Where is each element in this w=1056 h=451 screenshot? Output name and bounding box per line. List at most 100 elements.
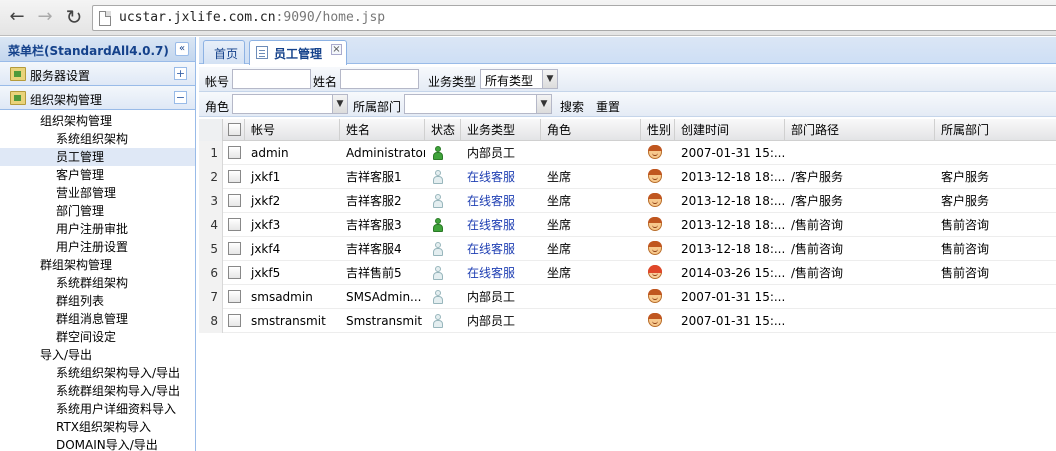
- tree-item[interactable]: 系统组织架构: [0, 130, 195, 148]
- name-cell: Administrator: [346, 146, 425, 160]
- section-org-management[interactable]: 组织架构管理 −: [0, 86, 195, 110]
- table-row[interactable]: 3 jxkf2 吉祥客服2 在线客服 坐席 2013-12-18 18:... /客户服务 客…: [199, 189, 1056, 213]
- tree-item[interactable]: 系统用户详细资料导入: [0, 400, 195, 418]
- biz-type-cell[interactable]: 在线客服: [461, 165, 541, 189]
- tree-item[interactable]: 营业部管理: [0, 184, 195, 202]
- account-cell: jxkf5: [251, 266, 281, 280]
- tree-item[interactable]: 系统组织架构导入/导出: [0, 364, 195, 382]
- user-offline-icon: [433, 194, 443, 208]
- biz-type-cell[interactable]: 在线客服: [461, 237, 541, 261]
- row-number: 7: [199, 285, 223, 309]
- grid-header: 帐号 姓名 状态 业务类型 角色 性别 创建时间 部门路径 所属部门: [199, 119, 1056, 141]
- dept-select[interactable]: ▼: [404, 94, 552, 114]
- account-cell: jxkf2: [251, 194, 281, 208]
- col-created[interactable]: 创建时间: [675, 119, 785, 141]
- tree-item[interactable]: 群组列表: [0, 292, 195, 310]
- row-checkbox[interactable]: [228, 146, 241, 159]
- tab-employee-management[interactable]: 员工管理 ×: [249, 40, 347, 65]
- account-label: 帐号: [205, 75, 230, 89]
- tree-item[interactable]: 系统群组架构: [0, 274, 195, 292]
- tree-item[interactable]: 用户注册审批: [0, 220, 195, 238]
- select-all-cell: [223, 119, 245, 141]
- col-account[interactable]: 帐号: [245, 119, 340, 141]
- user-offline-icon: [433, 290, 443, 304]
- row-checkbox[interactable]: [228, 194, 241, 207]
- address-bar[interactable]: ucstar.jxlife.com.cn:9090/home.jsp: [92, 5, 1056, 31]
- created-cell: 2007-01-31 15:...: [681, 314, 785, 328]
- tree-item[interactable]: 用户注册设置: [0, 238, 195, 256]
- folder-icon: [10, 67, 26, 81]
- tree-item[interactable]: 群空间设定: [0, 328, 195, 346]
- user-offline-icon: [433, 242, 443, 256]
- row-checkbox[interactable]: [228, 242, 241, 255]
- row-checkbox[interactable]: [228, 170, 241, 183]
- name-cell: Smstransmit: [346, 314, 423, 328]
- row-number: 2: [199, 165, 223, 189]
- tree-item[interactable]: 系统群组架构导入/导出: [0, 382, 195, 400]
- menu-tree: 组织架构管理 系统组织架构 员工管理 客户管理 营业部管理 部门管理 用户注册审批 用户注册设…: [0, 110, 195, 451]
- male-avatar-icon: [648, 193, 662, 207]
- row-checkbox[interactable]: [228, 290, 241, 303]
- biz-type-cell: 内部员工: [467, 290, 516, 304]
- biz-type-cell[interactable]: 在线客服: [461, 189, 541, 213]
- col-biz-type[interactable]: 业务类型: [461, 119, 541, 141]
- search-button[interactable]: 搜索: [560, 98, 584, 115]
- dept-cell: 售前咨询: [941, 266, 990, 280]
- expand-icon[interactable]: +: [174, 67, 187, 80]
- tree-item[interactable]: 客户管理: [0, 166, 195, 184]
- role-select[interactable]: ▼: [232, 94, 348, 114]
- tree-item[interactable]: DOMAIN导入/导出: [0, 436, 195, 451]
- row-checkbox[interactable]: [228, 218, 241, 231]
- name-input[interactable]: [340, 69, 419, 89]
- filter-toolbar-1: 帐号 姓名 业务类型 所有类型 ▼: [199, 67, 1056, 92]
- reload-icon[interactable]: ↻: [63, 6, 85, 28]
- account-input[interactable]: [232, 69, 311, 89]
- back-arrow-icon[interactable]: ←: [6, 6, 28, 28]
- section-server-settings[interactable]: 服务器设置 +: [0, 62, 195, 86]
- table-row[interactable]: 8 smstransmit Smstransmit 内部员工 2007-01-31 15…: [199, 309, 1056, 333]
- table-row[interactable]: 4 jxkf3 吉祥客服3 在线客服 坐席 2013-12-18 18:... /售前咨询 售…: [199, 213, 1056, 237]
- table-row[interactable]: 2 jxkf1 吉祥客服1 在线客服 坐席 2013-12-18 18:... /客户服务 客…: [199, 165, 1056, 189]
- filter-toolbar-2: 角色 ▼ 所属部门 ▼ 搜索 重置: [199, 92, 1056, 117]
- male-avatar-icon: [648, 289, 662, 303]
- col-dept[interactable]: 所属部门: [935, 119, 1056, 141]
- tree-item[interactable]: 群组消息管理: [0, 310, 195, 328]
- tree-item[interactable]: RTX组织架构导入: [0, 418, 195, 436]
- forward-arrow-icon[interactable]: →: [34, 6, 56, 28]
- name-cell: 吉祥客服4: [346, 242, 402, 256]
- collapse-icon[interactable]: −: [174, 91, 187, 104]
- biz-type-cell[interactable]: 在线客服: [461, 213, 541, 237]
- col-role[interactable]: 角色: [541, 119, 641, 141]
- reset-button[interactable]: 重置: [596, 98, 620, 115]
- table-row[interactable]: 5 jxkf4 吉祥客服4 在线客服 坐席 2013-12-18 18:... /售前咨询 售…: [199, 237, 1056, 261]
- table-row[interactable]: 1 admin Administrator 内部员工 2007-01-31 15:...: [199, 141, 1056, 165]
- tab-home[interactable]: 首页: [203, 40, 245, 64]
- col-gender[interactable]: 性别: [641, 119, 675, 141]
- biz-type-select[interactable]: 所有类型 ▼: [480, 69, 558, 89]
- tree-item[interactable]: 部门管理: [0, 202, 195, 220]
- row-checkbox[interactable]: [228, 314, 241, 327]
- row-checkbox[interactable]: [228, 266, 241, 279]
- col-name[interactable]: 姓名: [340, 119, 425, 141]
- collapse-left-icon[interactable]: «: [175, 42, 189, 56]
- role-cell: 坐席: [547, 266, 572, 280]
- account-cell: smstransmit: [251, 314, 326, 328]
- table-row[interactable]: 7 smsadmin SMSAdmin... 内部员工 2007-01-31 15:..…: [199, 285, 1056, 309]
- dept-cell: 客户服务: [941, 194, 990, 208]
- tree-item[interactable]: 组织架构管理: [0, 112, 195, 130]
- biz-type-cell[interactable]: 在线客服: [461, 261, 541, 285]
- male-avatar-icon: [648, 145, 662, 159]
- col-dept-path[interactable]: 部门路径: [785, 119, 935, 141]
- dept-path-cell: /售前咨询: [791, 242, 844, 256]
- tree-item[interactable]: 导入/导出: [0, 346, 195, 364]
- select-all-checkbox[interactable]: [228, 123, 241, 136]
- tree-item[interactable]: 群组架构管理: [0, 256, 195, 274]
- created-cell: 2007-01-31 15:...: [681, 290, 785, 304]
- tree-item[interactable]: 员工管理: [0, 148, 195, 166]
- table-row[interactable]: 6 jxkf5 吉祥售前5 在线客服 坐席 2014-03-26 15:... /售前咨询 售…: [199, 261, 1056, 285]
- close-icon[interactable]: ×: [331, 44, 342, 55]
- employee-grid: 帐号 姓名 状态 业务类型 角色 性别 创建时间 部门路径 所属部门 1 admi…: [199, 119, 1056, 451]
- tab-label: 员工管理: [274, 47, 323, 61]
- col-status[interactable]: 状态: [425, 119, 461, 141]
- row-number: 1: [199, 141, 223, 165]
